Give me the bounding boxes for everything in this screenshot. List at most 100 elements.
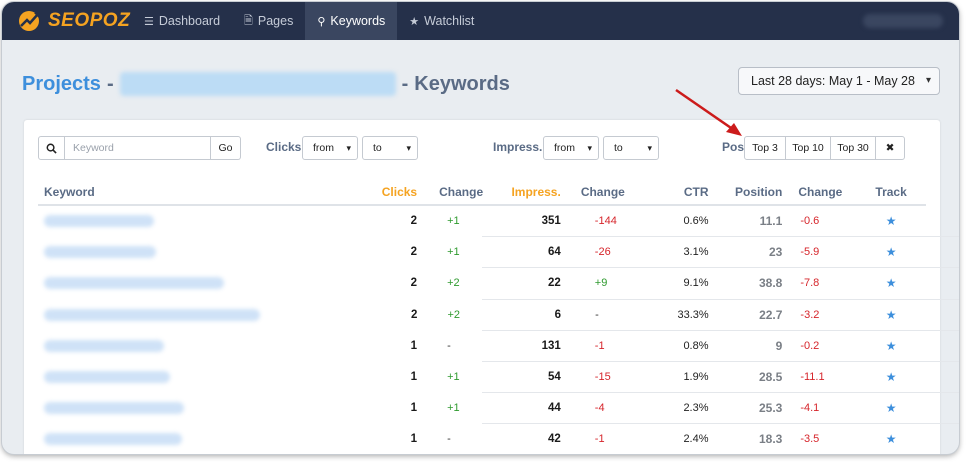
track-star-icon[interactable]: ★ <box>886 245 897 259</box>
clicks-change-cell: +1 <box>447 402 460 415</box>
nav-pages[interactable]: 🗎 Pages <box>232 2 305 40</box>
impress-to-value: to <box>614 142 623 154</box>
keyword-cell[interactable] <box>38 300 260 330</box>
keyword-cell[interactable] <box>38 331 259 361</box>
position-change-cell: -0.2 <box>800 339 820 352</box>
keyword-blurred[interactable] <box>44 433 182 446</box>
position-cell: 23 <box>768 245 783 260</box>
ctr-cell: 33.3% <box>677 308 709 321</box>
keyword-cell[interactable] <box>38 268 259 298</box>
go-button[interactable]: Go <box>211 136 241 160</box>
keyword-cell[interactable] <box>38 424 259 454</box>
logo-icon <box>19 11 40 31</box>
keyword-blurred[interactable] <box>44 308 260 321</box>
position-change-cell: -11.1 <box>800 371 825 384</box>
col-keyword[interactable]: Keyword <box>38 180 259 204</box>
keyword-search-input[interactable] <box>65 136 211 160</box>
annotation-arrow <box>675 88 742 136</box>
position-cell: 28.5 <box>758 370 783 385</box>
track-star-icon[interactable]: ★ <box>886 308 897 322</box>
track-star-icon[interactable]: ★ <box>886 339 897 353</box>
keyword-blurred[interactable] <box>44 371 170 384</box>
track-star-icon[interactable]: ★ <box>886 432 897 446</box>
keyword-blurred[interactable] <box>44 246 156 259</box>
row-divider <box>482 329 959 331</box>
impressions-cell: 42 <box>548 433 561 446</box>
col-impressions[interactable]: Impress. <box>491 185 560 199</box>
impressions-cell: 64 <box>548 246 561 259</box>
position-cell: 25.3 <box>758 401 783 416</box>
keyword-blurred[interactable] <box>44 339 164 352</box>
ctr-cell: 2.3% <box>683 402 709 415</box>
impressions-cell: 44 <box>548 402 561 415</box>
impress-from-value: from <box>554 142 575 154</box>
table-row[interactable]: 1 - 131 -1 0.8% 9 -0.2 ★ <box>38 331 926 361</box>
clicks-cell: 2 <box>410 215 418 228</box>
table-row[interactable]: 2 +1 64 -26 3.1% 23 -5.9 ★ <box>38 237 926 267</box>
col-impressions-change[interactable]: Change <box>561 185 641 199</box>
nav-keywords[interactable]: ⚲ Keywords <box>305 2 398 40</box>
keyword-cell[interactable] <box>38 206 259 236</box>
top-30-button[interactable]: Top 30 <box>830 136 876 160</box>
col-ctr[interactable]: CTR <box>641 185 709 199</box>
impressions-cell: 351 <box>541 215 561 228</box>
impress-from-select[interactable]: from ▾ <box>543 136 599 160</box>
clicks-to-select[interactable]: to ▾ <box>362 136 418 160</box>
table-row[interactable]: 1 +1 44 -4 2.3% 25.3 -4.1 ★ <box>38 393 926 423</box>
table-row[interactable]: 2 +1 351 -144 0.6% 11.1 -0.6 ★ <box>38 206 926 236</box>
impress-to-select[interactable]: to ▾ <box>603 136 659 160</box>
clicks-from-select[interactable]: from ▾ <box>302 136 358 160</box>
table-row[interactable]: 2 +2 22 +9 9.1% 38.8 -7.8 ★ <box>38 268 926 298</box>
chevron-down-icon: ▾ <box>346 143 351 153</box>
col-clicks-change[interactable]: Change <box>419 185 491 199</box>
position-change-cell: -5.9 <box>800 246 820 259</box>
impressions-change-cell: -1 <box>594 433 605 446</box>
track-star-icon[interactable]: ★ <box>886 214 897 228</box>
keyword-cell[interactable] <box>38 362 259 392</box>
filter-bar: Go Clicks from ▾ to ▾ Impress. from ▾ to… <box>38 136 928 160</box>
clear-filter-icon[interactable]: ✖ <box>875 136 905 160</box>
position-change-cell: -0.6 <box>800 215 820 228</box>
ctr-cell: 2.4% <box>683 433 709 446</box>
nav-watchlist[interactable]: ★ Watchlist <box>397 2 486 40</box>
col-position[interactable]: Position <box>709 185 782 199</box>
row-divider <box>482 267 959 269</box>
search-icon <box>38 136 65 160</box>
table-row[interactable]: 1 +1 54 -15 1.9% 28.5 -11.1 ★ <box>38 362 926 392</box>
brand[interactable]: SEOPOZ <box>2 2 132 40</box>
keyword-cell[interactable] <box>38 393 259 423</box>
position-cell: 9 <box>775 338 783 353</box>
table-row[interactable]: 2 +2 6 - 33.3% 22.7 -3.2 ★ <box>38 300 926 330</box>
col-clicks[interactable]: Clicks <box>259 185 419 199</box>
menu-icon: ☰ <box>144 15 154 28</box>
position-cell: 22.7 <box>759 307 783 322</box>
clicks-cell: 2 <box>410 277 418 290</box>
clicks-cell: 2 <box>411 308 418 321</box>
clicks-change-cell: - <box>447 339 451 352</box>
top-navbar: SEOPOZ ☰ Dashboard 🗎 Pages ⚲ Keywords ★ Watchli… <box>2 2 959 40</box>
title-separator: - <box>401 72 409 95</box>
title-separator: - <box>106 72 114 95</box>
user-menu-blurred[interactable] <box>863 14 943 28</box>
star-icon: ★ <box>409 15 420 28</box>
clicks-cell: 1 <box>410 371 418 384</box>
chevron-down-icon: ▾ <box>925 75 931 86</box>
table-row[interactable]: 1 - 42 -1 2.4% 18.3 -3.5 ★ <box>38 424 926 454</box>
nav-label: Dashboard <box>158 14 221 28</box>
keyword-blurred[interactable] <box>44 215 154 228</box>
nav-label: Watchlist <box>424 14 475 28</box>
project-name-blurred[interactable] <box>119 72 396 96</box>
projects-link[interactable]: Projects <box>22 73 101 96</box>
top-10-button[interactable]: Top 10 <box>785 136 831 160</box>
keyword-blurred[interactable] <box>44 277 224 290</box>
keyword-cell[interactable] <box>38 237 259 267</box>
date-range-select[interactable]: Last 28 days: May 1 - May 28 ▾ <box>738 67 940 95</box>
position-change-cell: -3.2 <box>800 308 820 321</box>
row-divider <box>482 360 959 362</box>
col-position-change[interactable]: Change <box>782 185 856 199</box>
nav-dashboard[interactable]: ☰ Dashboard <box>132 2 232 40</box>
keyword-blurred[interactable] <box>44 402 184 415</box>
track-star-icon[interactable]: ★ <box>886 401 897 415</box>
track-star-icon[interactable]: ★ <box>886 276 897 290</box>
track-star-icon[interactable]: ★ <box>886 370 897 384</box>
